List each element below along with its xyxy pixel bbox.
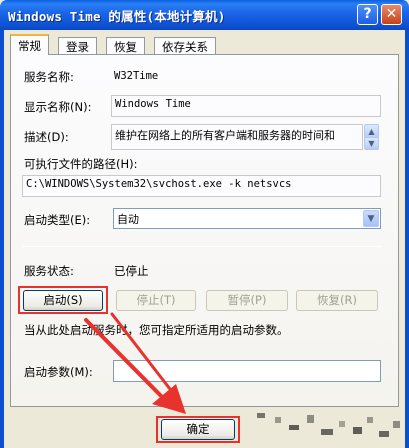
tab-general[interactable]: 常规 <box>10 34 49 55</box>
annotation-arrows <box>84 312 186 414</box>
obscured-region <box>255 405 405 445</box>
